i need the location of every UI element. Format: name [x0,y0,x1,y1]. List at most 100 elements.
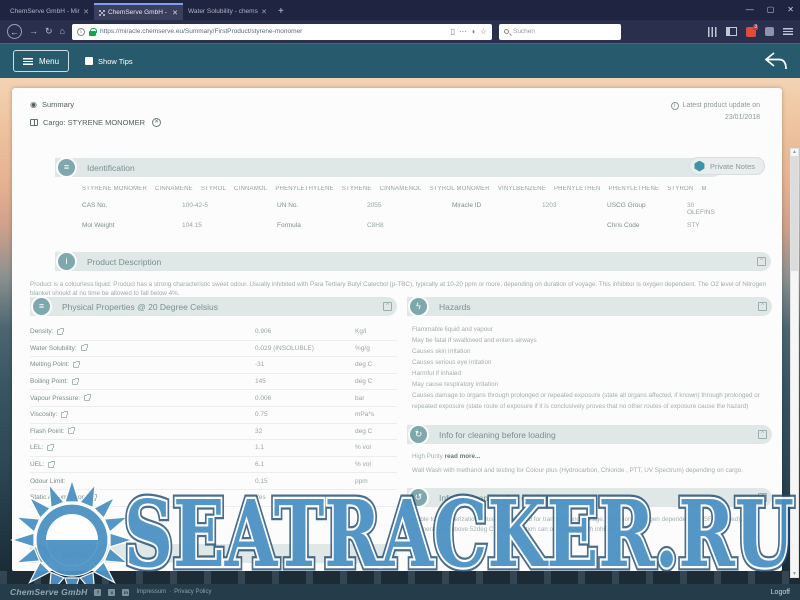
reader-mode-icon[interactable]: ▯ [451,27,455,36]
popup-icon[interactable] [61,412,67,418]
scrollbar-thumb[interactable] [791,156,798,271]
property-unit: deg C [355,378,397,385]
tab-chemserve-1[interactable]: ChemServe GmbH - Miracle ✕ [5,3,94,20]
property-unit: % vol [355,444,397,451]
pocket-icon[interactable]: ◖ [471,27,476,36]
popup-icon[interactable] [84,395,90,401]
property-label: UEL: [30,461,44,468]
hamburger-icon [23,58,33,65]
synonym: STYRON [667,186,693,192]
hazard-item: May be fatal if swallowed and enters air… [412,335,772,346]
popup-icon[interactable] [81,345,87,351]
section-product-description[interactable]: i Product Description ^ [55,252,771,271]
cargo-chip[interactable]: Cargo: STYRENE MONOMER ✕ [30,118,161,127]
private-notes-button[interactable]: Private Notes [689,157,765,175]
favicon-icon [99,10,105,16]
scroll-down-icon[interactable]: ▼ [792,571,797,577]
browser-menu-icon[interactable] [783,28,793,35]
library-icon[interactable] [708,27,717,37]
adblock-extension-icon[interactable]: 3 [746,27,756,37]
popup-icon[interactable] [72,379,78,385]
show-tips-toggle[interactable]: Show Tips [85,57,133,66]
back-button[interactable]: ← [7,24,22,39]
forward-button[interactable]: → [29,27,38,36]
close-button[interactable]: ✕ [787,5,794,14]
tab-title: Water Solubility - chemserve [188,8,258,15]
table-row: Odour Limit: 0.15 ppm [30,473,397,490]
scroll-up-icon[interactable]: ▲ [792,149,797,155]
linkedin-icon[interactable]: in [122,589,129,596]
section-cleaning-before-loading[interactable]: ↻ Info for cleaning before loading ^ [407,425,772,444]
toolbar-right: 3 [708,27,793,37]
section-marpol[interactable]: ≋ Marpol [30,544,397,563]
facebook-icon[interactable]: f [94,589,101,596]
logoff-button[interactable]: Logoff [771,589,790,596]
read-more-link[interactable]: read more... [445,453,481,460]
popup-icon[interactable] [57,329,63,335]
pencil-hexagon-icon [694,161,705,172]
expand-icon[interactable]: ^ [383,302,392,311]
marpol-icon: ≋ [31,543,52,564]
search-input[interactable]: Suchen [499,24,621,40]
footer-links: Impressum · Privacy Policy [136,589,211,595]
tab-close-icon[interactable]: ✕ [261,8,267,16]
tab-chemserve-2-active[interactable]: ChemServe GmbH - Miracle ✕ [94,3,183,20]
footer-bar: ChemServe GmbH f x in Impressum · Privac… [0,584,800,600]
screen: ChemServe GmbH - Miracle ✕ ChemServe Gmb… [0,0,800,600]
tab-water-solubility[interactable]: Water Solubility - chemserve ✕ [183,3,272,20]
site-info-icon[interactable]: i [77,28,85,36]
right-column: ϟ Hazards ^ Flammable liquid and vapour … [407,297,772,534]
minimize-button[interactable]: — [746,5,754,14]
section-identification[interactable]: ≡ Identification [55,158,722,177]
popup-icon[interactable] [90,495,96,501]
impressum-link[interactable]: Impressum [136,589,166,595]
section-hazards[interactable]: ϟ Hazards ^ [407,297,772,316]
new-tab-button[interactable]: + [278,6,284,17]
ship-deck-photo [0,571,800,584]
summary-breadcrumb[interactable]: ◉ Summary [30,100,74,109]
xing-icon[interactable]: x [108,589,115,596]
table-row: Melting Point: -31 deg C [30,357,397,374]
sidebar-icon[interactable] [726,27,737,36]
popup-icon[interactable] [48,462,54,468]
section-title: Physical Properties @ 20 Degree Celsius [62,302,218,312]
table-row: Vapour Pressure: 0.006 bar [30,390,397,407]
scrollbar[interactable]: ▲ ▼ [790,148,799,578]
back-arrow-icon[interactable] [764,51,788,76]
refresh-button[interactable]: ↻ [45,27,53,36]
popup-icon[interactable] [73,362,79,368]
maximize-button[interactable]: ▢ [767,5,775,14]
summary-card: ◉ Summary Cargo: STYRENE MONOMER ✕ i Lat… [12,88,782,572]
expand-icon[interactable]: ^ [758,493,767,502]
page-actions-icon[interactable]: ⋯ [459,27,467,36]
tab-close-icon[interactable]: ✕ [83,8,89,16]
remove-cargo-icon[interactable]: ✕ [152,118,161,127]
property-unit: bar [355,395,397,402]
privacy-policy-link[interactable]: Privacy Policy [174,589,211,595]
identification-grid: CAS No. 100-42-5 UN No. 2055 Miracle ID … [82,202,722,229]
bookmark-star-icon[interactable]: ☆ [480,27,487,36]
expand-icon[interactable]: ^ [758,430,767,439]
section-physical-properties[interactable]: ≡ Physical Properties @ 20 Degree Celsiu… [30,297,397,316]
url-text[interactable]: https://miracle.chemserve.eu/Summary/Fir… [100,28,447,35]
hazard-item: Harmful if inhaled [412,368,772,379]
home-button[interactable]: ⌂ [60,27,65,36]
popup-icon[interactable] [68,428,74,434]
menu-button[interactable]: Menu [13,50,69,72]
popup-icon[interactable] [47,445,53,451]
url-bar[interactable]: i https://miracle.chemserve.eu/Summary/F… [72,24,492,40]
expand-icon[interactable]: ^ [757,257,766,266]
hazards-icon: ϟ [408,296,429,317]
extension-badge: 3 [753,25,758,30]
cargo-box-icon [30,119,38,126]
cleaning-after-icon: ↺ [408,487,429,508]
hazard-item: May cause respiratory irritation [412,379,772,390]
expand-icon[interactable]: ^ [758,302,767,311]
field-value: 1203 [542,202,607,216]
tab-close-icon[interactable]: ✕ [172,9,178,17]
app-header: Menu Show Tips [0,43,800,78]
show-tips-checkbox[interactable] [85,57,93,65]
section-cleaning-after-discharge[interactable]: ↺ Info for cleaning after discharge ^ [407,488,772,507]
cleaning-before-line1: High Purity read more... [407,453,772,460]
extension-icon[interactable] [765,27,774,36]
